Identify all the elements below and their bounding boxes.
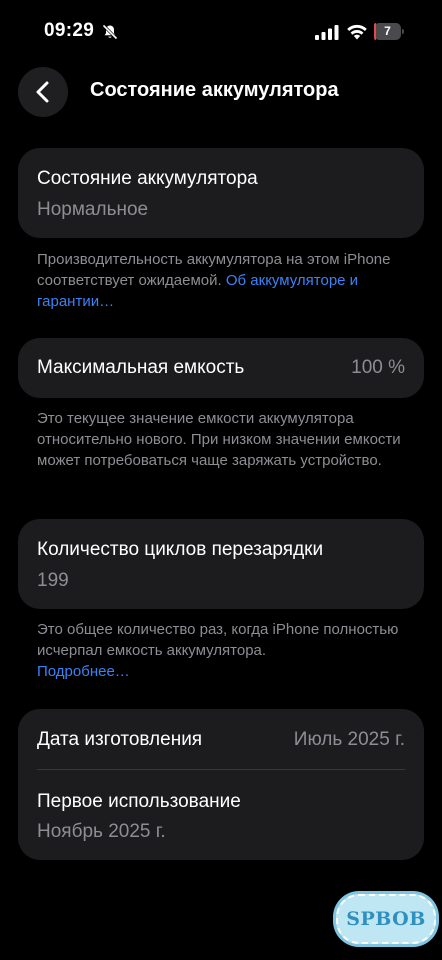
battery-health-value: Нормальное	[37, 199, 149, 220]
bell-off-icon	[102, 24, 118, 40]
first-use-label: Первое использование	[37, 791, 241, 812]
status-bar: 09:29 7	[0, 0, 442, 64]
learn-more-link[interactable]: Подробнее…	[37, 663, 130, 680]
battery-level-text: 7	[384, 24, 391, 38]
battery-health-card: Состояние аккумулятора Нормальное	[18, 148, 424, 238]
battery-icon: 7	[374, 23, 406, 40]
first-use-value: Ноябрь 2025 г.	[37, 821, 166, 842]
page-title: Состояние аккумулятора	[90, 79, 339, 101]
charge-cycles-value: 199	[37, 570, 69, 591]
max-capacity-value: 100 %	[351, 357, 405, 378]
row-divider	[37, 769, 405, 770]
back-button[interactable]	[18, 67, 68, 117]
battery-health-label: Состояние аккумулятора	[37, 168, 258, 189]
max-capacity-note: Это текущее значение емкости аккумулятор…	[37, 408, 417, 471]
max-capacity-note-text: Это текущее значение емкости аккумулятор…	[37, 410, 401, 469]
wifi-icon	[347, 24, 367, 40]
dates-card: Дата изготовления Июль 2025 г. Первое ис…	[18, 709, 424, 860]
charge-cycles-note-text: Это общее количество раз, когда iPhone п…	[37, 621, 399, 659]
watermark-logo: SPBOB	[336, 894, 436, 944]
charge-cycles-card: Количество циклов перезарядки 199	[18, 519, 424, 609]
charge-cycles-label: Количество циклов перезарядки	[37, 539, 324, 560]
manufacture-date-value: Июль 2025 г.	[293, 729, 405, 750]
max-capacity-label: Максимальная емкость	[37, 357, 245, 378]
battery-health-note: Производительность аккумулятора на этом …	[37, 249, 417, 312]
charge-cycles-note: Это общее количество раз, когда iPhone п…	[37, 619, 417, 682]
watermark-text: SPBOB	[346, 908, 426, 930]
manufacture-date-label: Дата изготовления	[37, 729, 203, 750]
status-time: 09:29	[44, 20, 95, 41]
chevron-left-icon	[36, 81, 49, 103]
cellular-signal-icon	[315, 25, 339, 40]
max-capacity-card: Максимальная емкость 100 %	[18, 338, 424, 398]
